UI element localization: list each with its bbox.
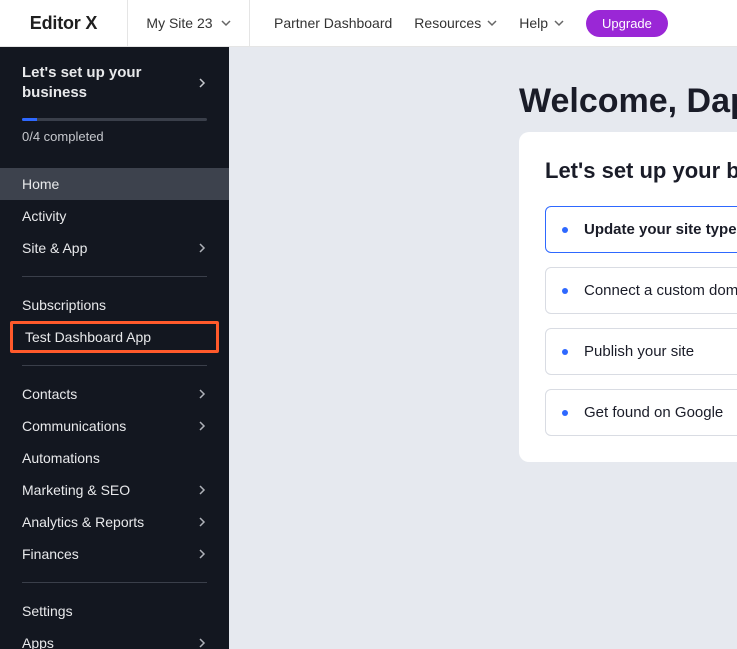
chevron-right-icon xyxy=(197,485,207,495)
sidebar-item-label: Activity xyxy=(22,208,66,224)
task-label: Connect a custom domain xyxy=(584,282,737,299)
sidebar-item-label: Contacts xyxy=(22,386,77,402)
chevron-right-icon xyxy=(197,549,207,559)
sidebar-divider xyxy=(22,582,207,583)
sidebar-item-label: Settings xyxy=(22,603,73,619)
sidebar-item-label: Automations xyxy=(22,450,100,466)
task-list: Update your site type Connect a custom do… xyxy=(545,206,737,436)
nav-label: Partner Dashboard xyxy=(274,15,392,31)
site-name: My Site 23 xyxy=(146,15,212,31)
logo: Editor X xyxy=(0,0,128,46)
nav-resources[interactable]: Resources xyxy=(414,15,497,31)
sidebar-item-finances[interactable]: Finances xyxy=(0,538,229,570)
sidebar-item-automations[interactable]: Automations xyxy=(0,442,229,474)
sidebar-item-label: Marketing & SEO xyxy=(22,482,130,498)
chevron-down-icon xyxy=(221,18,231,28)
top-nav: Partner Dashboard Resources Help Upgrade xyxy=(250,10,737,37)
sidebar-divider xyxy=(22,365,207,366)
bullet-icon xyxy=(562,288,568,294)
chevron-right-icon xyxy=(197,638,207,648)
setup-title: Let's set up your business xyxy=(22,63,162,102)
sidebar-item-label: Home xyxy=(22,176,59,192)
sidebar-divider xyxy=(22,276,207,277)
sidebar-item-label: Site & App xyxy=(22,240,87,256)
sidebar-item-label: Subscriptions xyxy=(22,297,106,313)
sidebar-item-marketing-seo[interactable]: Marketing & SEO xyxy=(0,474,229,506)
sidebar-item-analytics-reports[interactable]: Analytics & Reports xyxy=(0,506,229,538)
nav-partner-dashboard[interactable]: Partner Dashboard xyxy=(274,15,392,31)
chevron-right-icon xyxy=(197,389,207,399)
chevron-down-icon xyxy=(554,18,564,28)
task-label: Update your site type xyxy=(584,221,737,238)
sidebar: Let's set up your business 0/4 completed… xyxy=(0,47,229,649)
main-pane: Welcome, Daphne Let's set up your busine… xyxy=(229,47,737,649)
logo-text: Editor X xyxy=(30,13,97,34)
sidebar-setup-card[interactable]: Let's set up your business 0/4 completed xyxy=(0,47,229,158)
bullet-icon xyxy=(562,349,568,355)
progress-fill xyxy=(22,118,37,121)
sidebar-item-label: Communications xyxy=(22,418,126,434)
progress-bar xyxy=(22,118,207,121)
chevron-right-icon xyxy=(197,517,207,527)
task-label: Get found on Google xyxy=(584,404,723,421)
chevron-right-icon xyxy=(197,243,207,253)
sidebar-item-apps[interactable]: Apps xyxy=(0,627,229,649)
chevron-down-icon xyxy=(487,18,497,28)
upgrade-button[interactable]: Upgrade xyxy=(586,10,668,37)
sidebar-item-activity[interactable]: Activity xyxy=(0,200,229,232)
sidebar-menu: Home Activity Site & App Subscriptions Test … xyxy=(0,158,229,649)
sidebar-item-subscriptions[interactable]: Subscriptions xyxy=(0,289,229,321)
setup-card: Let's set up your business Update your s… xyxy=(519,132,737,462)
chevron-right-icon xyxy=(197,421,207,431)
sidebar-item-communications[interactable]: Communications xyxy=(0,410,229,442)
site-selector[interactable]: My Site 23 xyxy=(128,0,250,46)
nav-label: Resources xyxy=(414,15,481,31)
sidebar-item-contacts[interactable]: Contacts xyxy=(0,378,229,410)
task-connect-domain[interactable]: Connect a custom domain xyxy=(545,267,737,314)
nav-label: Help xyxy=(519,15,548,31)
sidebar-item-test-dashboard-app[interactable]: Test Dashboard App xyxy=(10,321,219,353)
sidebar-item-label: Finances xyxy=(22,546,79,562)
sidebar-item-label: Analytics & Reports xyxy=(22,514,144,530)
task-update-site-type[interactable]: Update your site type xyxy=(545,206,737,253)
task-get-found-google[interactable]: Get found on Google xyxy=(545,389,737,436)
chevron-right-icon xyxy=(197,78,207,88)
card-title: Let's set up your business xyxy=(545,158,737,184)
sidebar-item-home[interactable]: Home xyxy=(0,168,229,200)
welcome-heading: Welcome, Daphne xyxy=(519,82,737,121)
setup-completed-text: 0/4 completed xyxy=(22,129,207,144)
bullet-icon xyxy=(562,410,568,416)
upgrade-label: Upgrade xyxy=(602,16,652,31)
task-publish-site[interactable]: Publish your site xyxy=(545,328,737,375)
task-label: Publish your site xyxy=(584,343,694,360)
sidebar-item-site-app[interactable]: Site & App xyxy=(0,232,229,264)
sidebar-item-label: Test Dashboard App xyxy=(25,329,151,345)
sidebar-item-label: Apps xyxy=(22,635,54,649)
sidebar-item-settings[interactable]: Settings xyxy=(0,595,229,627)
nav-help[interactable]: Help xyxy=(519,15,564,31)
top-bar: Editor X My Site 23 Partner Dashboard Re… xyxy=(0,0,737,47)
bullet-icon xyxy=(562,227,568,233)
